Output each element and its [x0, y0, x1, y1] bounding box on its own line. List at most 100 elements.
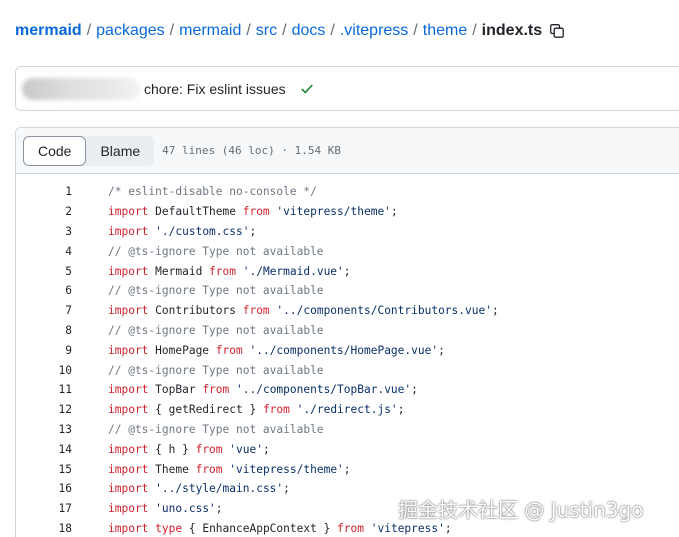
code-token: // @ts-ignore Type not available: [108, 422, 324, 436]
code-token: ;: [343, 462, 351, 476]
code-token: HomePage: [148, 343, 216, 357]
blame-tab-button[interactable]: Blame: [86, 136, 154, 166]
breadcrumb-theme-link[interactable]: theme: [423, 22, 467, 40]
code-token: import: [108, 205, 149, 219]
breadcrumb-src-link[interactable]: src: [256, 22, 277, 40]
code-line: 2 import DefaultTheme from 'vitepress/the…: [16, 202, 679, 222]
breadcrumb-separator: /: [472, 22, 477, 39]
code-token: from: [215, 343, 243, 357]
code-token: // @ts-ignore Type not available: [108, 363, 324, 377]
breadcrumb-repo-link[interactable]: mermaid: [15, 22, 82, 40]
line-content: import TopBar from '../components/TopBar…: [108, 383, 418, 396]
code-line: 15 import Theme from 'vitepress/theme';: [16, 459, 679, 479]
code-token: { getRedirect }: [148, 403, 263, 417]
line-number[interactable]: 2: [16, 205, 72, 218]
code-token: from: [337, 521, 364, 535]
code-token: from: [262, 403, 290, 417]
code-token: '../style/main.css': [155, 482, 284, 496]
code-line: 1 /* eslint-disable no-console */: [16, 182, 679, 202]
breadcrumb-separator: /: [246, 22, 251, 39]
code-token: import: [108, 343, 149, 357]
line-content: // @ts-ignore Type not available: [108, 324, 324, 337]
line-number[interactable]: 14: [16, 443, 72, 456]
code-token: ;: [249, 224, 257, 238]
breadcrumb-separator: /: [282, 22, 287, 39]
code-line: 11 import TopBar from '../components/TopB…: [16, 380, 679, 400]
code-token: import: [108, 383, 149, 397]
code-token: from: [209, 264, 236, 278]
line-number[interactable]: 11: [16, 383, 72, 396]
code-tab-button[interactable]: Code: [23, 135, 87, 166]
code-line: 13 // @ts-ignore Type not available: [16, 420, 679, 440]
line-content: import Contributors from '../components/…: [108, 304, 499, 317]
code-token: './custom.css': [155, 224, 250, 238]
line-number[interactable]: 3: [16, 225, 72, 238]
line-number[interactable]: 9: [16, 344, 72, 357]
code-token: TopBar: [148, 383, 203, 397]
code-token: import: [108, 482, 149, 496]
line-number[interactable]: 15: [16, 463, 72, 476]
code-token: './redirect.js': [296, 403, 398, 417]
code-token: // @ts-ignore Type not available: [108, 323, 324, 337]
code-token: import: [108, 403, 149, 417]
code-token: 'uno.css': [155, 502, 216, 516]
code-token: Theme: [148, 462, 196, 476]
line-content: // @ts-ignore Type not available: [108, 245, 324, 258]
line-content: /* eslint-disable no-console */: [108, 185, 317, 198]
code-line: 8 // @ts-ignore Type not available: [16, 321, 679, 341]
copy-path-icon[interactable]: [549, 23, 565, 39]
line-content: import HomePage from '../components/Home…: [108, 344, 445, 357]
breadcrumb-current-file: index.ts: [481, 22, 543, 39]
code-token: ;: [438, 343, 445, 357]
line-number[interactable]: 1: [16, 185, 72, 198]
breadcrumb-docs-link[interactable]: docs: [292, 22, 326, 40]
line-number[interactable]: 12: [16, 403, 72, 416]
code-token: // @ts-ignore Type not available: [108, 244, 324, 258]
line-number[interactable]: 17: [16, 502, 72, 515]
view-toggle: Code Blame: [23, 135, 155, 166]
code-token: ;: [215, 502, 223, 516]
code-token: DefaultTheme: [148, 205, 243, 219]
code-token: '../components/Contributors.vue': [276, 304, 492, 318]
line-number[interactable]: 10: [16, 364, 72, 377]
code-line: 6 // @ts-ignore Type not available: [16, 281, 679, 301]
breadcrumb-packages-link[interactable]: packages: [96, 22, 165, 40]
commit-message[interactable]: chore: Fix eslint issues: [144, 81, 286, 97]
line-number[interactable]: 6: [16, 284, 72, 297]
code-line: 9 import HomePage from '../components/Hom…: [16, 340, 679, 360]
line-number[interactable]: 8: [16, 324, 72, 337]
breadcrumb-separator: /: [330, 22, 335, 39]
code-token: ;: [411, 383, 418, 397]
line-number[interactable]: 4: [16, 245, 72, 258]
breadcrumb-vitepress-link[interactable]: .vitepress: [340, 22, 408, 40]
line-content: import Theme from 'vitepress/theme';: [108, 463, 351, 476]
line-number[interactable]: 13: [16, 423, 72, 436]
line-content: import './custom.css';: [108, 225, 256, 238]
code-token: /* eslint-disable no-console */: [108, 185, 317, 199]
code-token: import: [108, 304, 149, 318]
code-token: { h }: [148, 442, 196, 456]
code-token: './Mermaid.vue': [242, 264, 344, 278]
check-icon[interactable]: [300, 82, 314, 96]
line-content: import type { EnhanceAppContext } from '…: [108, 522, 452, 535]
code-token: import: [108, 462, 149, 476]
code-line: 3 import './custom.css';: [16, 222, 679, 242]
code-token: from: [242, 304, 270, 318]
line-number[interactable]: 16: [16, 482, 72, 495]
line-content: // @ts-ignore Type not available: [108, 423, 324, 436]
file-header: Code Blame 47 lines (46 loc) · 1.54 KB: [16, 128, 679, 174]
code-token: ;: [491, 304, 499, 318]
code-token: ;: [444, 521, 452, 535]
latest-commit-bar: chore: Fix eslint issues: [15, 66, 679, 111]
code-token: ;: [390, 205, 398, 219]
line-content: import { getRedirect } from './redirect.…: [108, 403, 404, 416]
code-token: 'vitepress/theme': [276, 205, 391, 219]
line-number[interactable]: 18: [16, 522, 72, 535]
line-number[interactable]: 5: [16, 265, 72, 278]
breadcrumb-mermaid-link[interactable]: mermaid: [179, 22, 241, 40]
breadcrumb-separator: /: [86, 22, 92, 39]
code-token: 'vitepress/theme': [229, 462, 344, 476]
line-number[interactable]: 7: [16, 304, 72, 317]
